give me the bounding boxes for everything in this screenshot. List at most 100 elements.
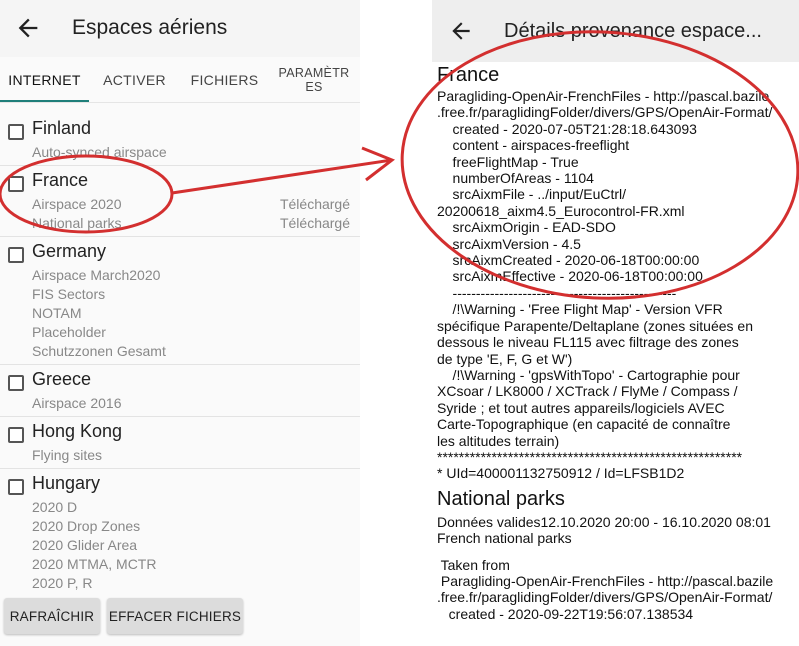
detail-line: srcAixmFile - ../input/EuCtrl/	[437, 186, 627, 203]
airspace-file-label: Schutzzonen Gesamt	[32, 343, 166, 359]
detail-line: srcAixmVersion - 4.5	[437, 235, 581, 252]
section-title-france: France	[437, 64, 500, 86]
tab-internet[interactable]: INTERNET	[0, 57, 89, 103]
airspace-file-item[interactable]: Flying sites	[0, 447, 360, 466]
airspace-file-item[interactable]: National parks Téléchargé	[0, 215, 360, 234]
country-row[interactable]: France	[0, 166, 360, 196]
back-arrow-icon[interactable]	[448, 18, 474, 44]
airspace-file-label: 2020 Drop Zones	[32, 518, 141, 534]
detail-line: ----------------------------------------…	[437, 284, 677, 301]
airspace-file-label: Auto-synced airspace	[32, 144, 167, 160]
clear-files-button[interactable]: EFFACER FICHIERS	[107, 598, 243, 634]
country-checkbox[interactable]	[8, 375, 24, 391]
detail-line: de type 'E, F, G et W')	[437, 350, 573, 367]
country-checkbox[interactable]	[8, 124, 24, 140]
country-row[interactable]: Germany	[0, 237, 360, 267]
country-name: Hungary	[32, 473, 101, 493]
airspace-file-item[interactable]: 2020 Drop Zones	[0, 518, 360, 537]
refresh-button[interactable]: RAFRAÎCHIR	[4, 598, 100, 634]
airspaces-screen: Espaces aériens INTERNET ACTIVER FICHIER…	[0, 0, 360, 646]
airspace-file-item[interactable]: 2020 D	[0, 499, 360, 518]
detail-line: .free.fr/paraglidingFolder/divers/GPS/Op…	[437, 104, 773, 121]
airspace-file-item[interactable]: NOTAM	[0, 305, 360, 324]
airspace-file-label: Flying sites	[32, 447, 103, 463]
airspace-file-label: 2020 MTMA, MCTR	[32, 556, 157, 572]
detail-line: French national parks	[437, 530, 572, 547]
country-greece: Greece Airspace 2016	[0, 365, 360, 417]
details-app-bar: Détails provenance espace...	[432, 0, 799, 62]
detail-line: created - 2020-09-22T19:56:07.138534	[437, 605, 694, 622]
airspace-file-label: NOTAM	[32, 305, 82, 321]
country-checkbox[interactable]	[8, 479, 24, 495]
airspace-file-label: Airspace March2020	[32, 267, 161, 283]
details-title: Détails provenance espace...	[504, 20, 762, 42]
airspace-file-item[interactable]: Airspace 2016	[0, 395, 360, 414]
source-details-screen: Détails provenance espace... France Para…	[432, 0, 799, 646]
details-content: France Paragliding-OpenAir-FrenchFiles -…	[437, 63, 797, 622]
country-list: Finland Auto-synced airspace France Airspac…	[0, 114, 360, 632]
airspace-file-item[interactable]: FIS Sectors	[0, 286, 360, 305]
taken-from-details: Taken from Paragliding-OpenAir-FrenchFil…	[437, 557, 797, 623]
airspace-file-item[interactable]: Airspace 2020 Téléchargé	[0, 196, 360, 215]
bottom-action-bar: RAFRAÎCHIR EFFACER FICHIERS	[0, 592, 360, 646]
airspace-file-label: Placeholder	[32, 324, 106, 340]
page-title: Espaces aériens	[72, 16, 228, 39]
detail-line: Taken from	[437, 556, 510, 573]
country-row[interactable]: Greece	[0, 365, 360, 395]
detail-line: content - airspaces-freeflight	[437, 137, 630, 154]
detail-line: /!\Warning - 'Free Flight Map' - Version…	[437, 301, 723, 318]
tab-activer[interactable]: ACTIVER	[90, 57, 179, 103]
back-arrow-icon[interactable]	[14, 14, 42, 42]
airspace-file-item[interactable]: 2020 MTMA, MCTR	[0, 556, 360, 575]
app-bar: Espaces aériens	[0, 0, 360, 57]
airspace-file-item[interactable]: Auto-synced airspace	[0, 144, 360, 163]
detail-line: srcAixmCreated - 2020-06-18T00:00:00	[437, 252, 700, 269]
country-name: Hong Kong	[32, 421, 123, 441]
airspace-file-item[interactable]: Placeholder	[0, 324, 360, 343]
airspace-file-item[interactable]: Airspace March2020	[0, 267, 360, 286]
detail-line: srcAixmOrigin - EAD-SDO	[437, 219, 616, 236]
detail-line: created - 2020-07-05T21:28:18.643093	[437, 120, 697, 137]
national-parks-details: Données valides12.10.2020 20:00 - 16.10.…	[437, 514, 797, 547]
airspace-file-label: FIS Sectors	[32, 286, 106, 302]
section-title-national-parks: National parks	[437, 487, 565, 510]
airspace-file-label: 2020 Glider Area	[32, 537, 138, 553]
country-finland: Finland Auto-synced airspace	[0, 114, 360, 166]
country-france: France Airspace 2020 Téléchargé National pa…	[0, 166, 360, 237]
country-checkbox[interactable]	[8, 176, 24, 192]
tab-parametres[interactable]: PARAMÈTR ES	[278, 57, 350, 103]
country-row[interactable]: Hong Kong	[0, 417, 360, 447]
tab-fichiers[interactable]: FICHIERS	[180, 57, 269, 103]
country-name: Finland	[32, 118, 92, 138]
detail-line: 20200618_aixm4.5_Eurocontrol-FR.xml	[437, 202, 685, 219]
country-checkbox[interactable]	[8, 427, 24, 443]
tab-bar: INTERNET ACTIVER FICHIERS PARAMÈTR ES	[0, 57, 360, 103]
detail-line: /!\Warning - 'gpsWithTopo' - Cartographi…	[437, 366, 740, 383]
airspace-file-item[interactable]: 2020 Glider Area	[0, 537, 360, 556]
detail-line: numberOfAreas - 1104	[437, 170, 594, 187]
airspace-file-item[interactable]: Schutzzonen Gesamt	[0, 343, 360, 362]
country-row[interactable]: Finland	[0, 114, 360, 144]
airspace-file-label: Airspace 2016	[32, 395, 122, 411]
airspace-file-label: 2020 D	[32, 499, 78, 515]
detail-line: Paragliding-OpenAir-FrenchFiles - http:/…	[437, 88, 770, 104]
detail-line: Syride ; et tout autres appareils/logici…	[437, 399, 725, 416]
detail-line: XCsoar / LK8000 / XCTrack / FlyMe / Comp…	[437, 383, 738, 400]
airspace-file-label: National parks	[32, 215, 122, 231]
airspace-file-label: Airspace 2020	[32, 196, 122, 212]
detail-line: les altitudes terrain)	[437, 432, 560, 449]
country-germany: Germany Airspace March2020 FIS Sectors NOTA…	[0, 237, 360, 365]
country-row[interactable]: Hungary	[0, 469, 360, 499]
country-name: Germany	[32, 241, 107, 261]
detail-line: Paragliding-OpenAir-FrenchFiles - http:/…	[437, 572, 774, 589]
detail-line: srcAixmEffective - 2020-06-18T00:00:00	[437, 268, 703, 285]
tabs-divider	[0, 102, 360, 103]
detail-line: dessous le niveau FL115 avec filtrage de…	[437, 334, 739, 351]
download-status: Téléchargé	[279, 196, 350, 212]
country-checkbox[interactable]	[8, 247, 24, 263]
detail-line: Données valides12.10.2020 20:00 - 16.10.…	[437, 513, 771, 530]
france-details: Paragliding-OpenAir-FrenchFiles - http:/…	[437, 88, 797, 482]
detail-line: Carte-Topographique (en capacité de conn…	[437, 416, 731, 433]
airspace-file-label: 2020 P, R	[32, 575, 93, 591]
download-status: Téléchargé	[279, 215, 350, 231]
